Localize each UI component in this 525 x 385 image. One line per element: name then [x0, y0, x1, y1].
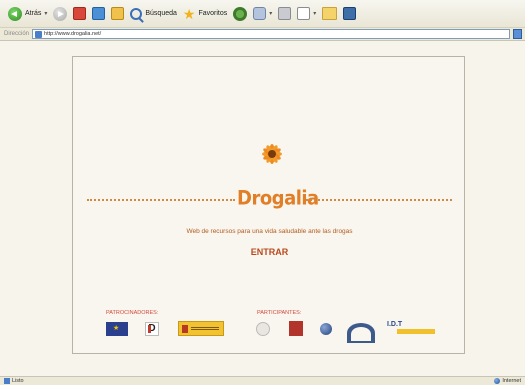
browser-toolbar: Atrás ▾ Búsqueda ★ Favoritos ▾ ▾	[0, 0, 525, 28]
forward-button[interactable]	[53, 4, 68, 24]
search-label: Búsqueda	[145, 10, 177, 17]
sponsors-label: PATROCINADORES:	[106, 310, 159, 316]
favorites-button[interactable]: ★ Favoritos	[183, 4, 227, 24]
dotted-divider-left	[87, 199, 235, 201]
home-button[interactable]	[111, 4, 125, 24]
address-bar: Dirección http://www.drogalia.net/	[0, 28, 525, 41]
brand-row: Drogalia	[87, 186, 452, 212]
forward-icon	[53, 6, 68, 21]
status-bar: Listo Internet	[0, 376, 525, 385]
ministerio-logo[interactable]	[178, 321, 224, 336]
idt-logo[interactable]: I.D.T	[385, 321, 437, 339]
stop-button[interactable]	[73, 4, 87, 24]
address-label: Dirección	[4, 31, 30, 37]
mail-button[interactable]: ▾	[253, 4, 272, 24]
page-icon	[35, 30, 43, 38]
idt-logo-text: I.D.T	[387, 321, 403, 328]
flower-icon	[262, 144, 282, 164]
address-input[interactable]: http://www.drogalia.net/	[32, 29, 510, 39]
dotted-divider-right	[306, 199, 452, 201]
eu-flag-logo[interactable]	[106, 322, 128, 336]
enter-link[interactable]: ENTRAR	[247, 247, 292, 257]
back-dropdown-icon[interactable]: ▾	[44, 10, 47, 17]
mail-icon	[253, 7, 267, 20]
done-icon	[4, 378, 10, 384]
stop-icon	[73, 7, 87, 20]
refresh-icon	[92, 7, 106, 20]
d-logo[interactable]: D	[145, 322, 159, 336]
print-button[interactable]	[278, 4, 292, 24]
diputacion-arc-inner	[351, 327, 371, 341]
edit-button[interactable]: ▾	[297, 4, 316, 24]
page-viewport: Drogalia Web de recursos para una vida s…	[0, 41, 525, 376]
diputacion-logo[interactable]	[345, 321, 379, 343]
search-button[interactable]: Búsqueda	[130, 4, 177, 24]
folder-button[interactable]	[322, 4, 338, 24]
favorites-label: Favoritos	[198, 10, 228, 17]
refresh-button[interactable]	[92, 4, 106, 24]
participants-label: PARTICIPANTES:	[257, 310, 302, 316]
brand-title: Drogalia	[237, 186, 319, 211]
mail-dropdown-icon[interactable]: ▾	[269, 10, 272, 17]
participant-logo-2[interactable]	[289, 321, 303, 336]
folder-icon	[322, 7, 338, 20]
home-icon	[111, 7, 125, 20]
go-icon[interactable]	[513, 29, 522, 39]
search-icon	[130, 7, 143, 20]
page-frame: Drogalia Web de recursos para una vida s…	[72, 56, 465, 354]
participant-logo-3[interactable]	[320, 323, 332, 335]
media-icon	[343, 7, 357, 20]
back-label: Atrás	[25, 10, 42, 17]
back-icon	[8, 6, 22, 21]
status-text: Listo	[12, 378, 24, 384]
print-icon	[278, 7, 292, 20]
history-button[interactable]	[233, 4, 248, 24]
globe-icon	[494, 378, 501, 384]
edit-dropdown-icon[interactable]: ▾	[313, 10, 316, 17]
participant-logo-1[interactable]	[256, 322, 270, 336]
back-button[interactable]: Atrás ▾	[8, 4, 47, 24]
favorites-star-icon: ★	[182, 5, 196, 22]
edit-icon	[297, 7, 311, 20]
zone-text: Internet	[502, 378, 521, 384]
history-icon	[233, 6, 248, 21]
address-url[interactable]: http://www.drogalia.net/	[44, 31, 101, 37]
media-button[interactable]	[343, 4, 357, 24]
idt-logo-bar	[397, 329, 435, 334]
tagline: Web de recursos para una vida saludable …	[186, 228, 353, 235]
